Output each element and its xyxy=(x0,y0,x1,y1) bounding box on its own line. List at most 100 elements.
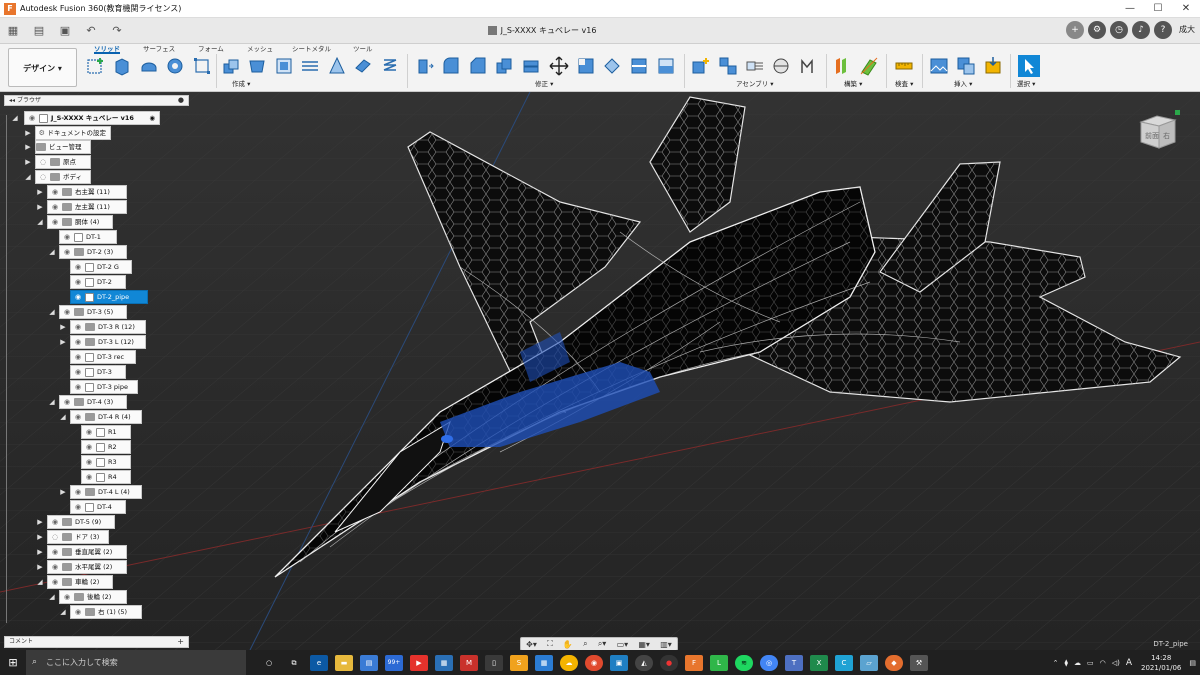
tree-item-left-wing[interactable]: ◉ 左主翼 (11) xyxy=(47,200,127,214)
browser-pin-icon[interactable]: ● xyxy=(178,96,184,105)
home-view-icon[interactable] xyxy=(1175,110,1180,115)
zoom-icon[interactable]: ⌕ xyxy=(583,639,587,649)
group-inspect[interactable]: 検査 ▾ xyxy=(895,79,913,89)
grid-settings-icon[interactable]: ▦▾ xyxy=(638,640,650,649)
cortana-icon[interactable]: ○ xyxy=(260,655,278,671)
tree-item-r1[interactable]: ◉ R1 xyxy=(81,425,131,439)
redo-icon[interactable]: ↷ xyxy=(108,22,126,40)
visibility-eye-icon[interactable]: ◉ xyxy=(62,233,72,241)
expand-arrow-icon[interactable]: ▶ xyxy=(25,142,31,152)
tree-item-dt3-l[interactable]: ◉ DT-3 L (12) xyxy=(70,335,146,349)
expand-arrow-icon[interactable]: ▶ xyxy=(25,128,31,138)
tray-expand-icon[interactable]: ⌃ xyxy=(1053,659,1059,667)
tree-item-wheels[interactable]: ◉ 車輪 (2) xyxy=(47,575,113,589)
windows-start-icon[interactable]: ⊞ xyxy=(0,650,26,675)
tree-item-dt3-body[interactable]: ◉ DT-3 xyxy=(70,365,126,379)
tree-item-document-settings[interactable]: ⚙ ドキュメントの設定 xyxy=(35,126,111,140)
maximize-button[interactable]: ☐ xyxy=(1144,0,1172,18)
canvas-viewport[interactable]: 前面 右 xyxy=(0,92,1200,650)
taskbar-search-box[interactable]: ⌕ ここに入力して検索 xyxy=(26,650,246,675)
split-body-icon[interactable] xyxy=(629,56,649,76)
fusion-360-taskbar-icon[interactable]: F xyxy=(685,654,703,671)
visibility-eye-icon[interactable]: ◉ xyxy=(62,593,72,601)
tree-item-dt3-pipe[interactable]: ◉ DT-3 pipe xyxy=(70,380,138,394)
expand-arrow-icon[interactable]: ▶ xyxy=(37,517,43,527)
viewcube[interactable]: 前面 右 xyxy=(1135,108,1181,154)
joint-origin-icon[interactable] xyxy=(771,56,791,76)
network-share-icon[interactable]: ⚒ xyxy=(910,654,928,671)
tree-item-dt2-g[interactable]: ◉ DT-2 G xyxy=(70,260,132,274)
scale-icon[interactable] xyxy=(521,56,541,76)
expand-arrow-icon[interactable]: ▶ xyxy=(25,157,31,167)
tree-item-vertical-tail[interactable]: ◉ 垂直尾翼 (2) xyxy=(47,545,127,559)
battery-icon[interactable]: ▭ xyxy=(1087,659,1094,667)
extensions-icon[interactable]: ⚙ xyxy=(1088,21,1106,39)
visibility-eye-icon[interactable]: ◌ xyxy=(38,173,48,181)
expand-arrow-icon[interactable]: ▶ xyxy=(37,187,43,197)
extrude-icon[interactable] xyxy=(112,56,132,76)
expand-arrow-icon[interactable]: ▶ xyxy=(60,487,66,497)
create-sketch-icon[interactable] xyxy=(86,56,106,76)
clock[interactable]: 14:28 2021/01/06 xyxy=(1141,653,1181,673)
new-tab-icon[interactable]: + xyxy=(1066,21,1084,39)
weather-icon[interactable]: ☁ xyxy=(560,654,578,671)
file-menu-icon[interactable]: ▤ xyxy=(30,22,48,40)
phone-icon[interactable]: ▯ xyxy=(485,654,503,671)
wifi-icon[interactable]: ◠ xyxy=(1100,659,1106,667)
collapse-arrow-icon[interactable]: ◢ xyxy=(49,247,55,257)
browser-header[interactable]: ◂◂ ブラウザ ● xyxy=(4,95,189,106)
tree-item-dt2[interactable]: ◉ DT-2 (3) xyxy=(59,245,127,259)
visibility-eye-icon[interactable]: ◉ xyxy=(62,398,72,406)
collapse-arrow-icon[interactable]: ◢ xyxy=(49,307,55,317)
expand-arrow-icon[interactable]: ◢ xyxy=(12,113,18,123)
chrome-icon[interactable]: ◎ xyxy=(760,654,778,671)
new-component-icon[interactable] xyxy=(690,56,710,76)
visibility-eye-icon[interactable]: ◉ xyxy=(73,263,83,271)
line-app-icon[interactable]: L xyxy=(710,654,728,671)
insert-decal-icon[interactable] xyxy=(956,56,976,76)
visibility-eye-icon[interactable]: ◉ xyxy=(73,608,83,616)
collapse-arrow-icon[interactable]: ◢ xyxy=(25,172,31,182)
visibility-eye-icon[interactable]: ◉ xyxy=(50,218,60,226)
tree-item-dt4-body[interactable]: ◉ DT-4 xyxy=(70,500,126,514)
job-status-icon[interactable]: ◷ xyxy=(1110,21,1128,39)
visibility-eye-icon[interactable]: ◉ xyxy=(73,323,83,331)
visibility-eye-icon[interactable]: ◉ xyxy=(73,338,83,346)
save-icon[interactable]: ▣ xyxy=(56,22,74,40)
tree-item-named-views[interactable]: ビュー管理 xyxy=(35,140,91,154)
revolve-icon[interactable] xyxy=(139,56,159,76)
chamfer-icon[interactable] xyxy=(468,56,488,76)
patch-icon[interactable] xyxy=(353,56,373,76)
calculator-icon[interactable]: ▦ xyxy=(435,654,453,671)
spotify-icon[interactable]: ≋ xyxy=(735,654,753,671)
tab-tools[interactable]: ツール xyxy=(353,45,373,54)
tab-solid[interactable]: ソリッド xyxy=(94,45,120,54)
press-pull-icon[interactable] xyxy=(415,56,435,76)
tree-item-dt3-r[interactable]: ◉ DT-3 R (12) xyxy=(70,320,146,334)
visibility-eye-icon[interactable]: ◉ xyxy=(84,458,94,466)
visibility-eye-icon[interactable]: ◉ xyxy=(73,353,83,361)
tree-item-dt5[interactable]: ◉ DT-5 (9) xyxy=(47,515,115,529)
document-tab[interactable]: J_S-XXXX キュベレー v16 xyxy=(0,18,1084,44)
visibility-eye-icon[interactable]: ◌ xyxy=(50,533,60,541)
visibility-eye-icon[interactable]: ◉ xyxy=(84,443,94,451)
expand-arrow-icon[interactable]: ▶ xyxy=(60,337,66,347)
tree-root[interactable]: ◉ J_S-XXXX キュベレー v16 ◉ xyxy=(24,111,160,125)
tree-item-dt4-l[interactable]: ◉ DT-4 L (4) xyxy=(70,485,142,499)
teams-icon[interactable]: T xyxy=(785,654,803,671)
action-center-icon[interactable]: ▤ xyxy=(1189,659,1196,667)
tree-item-dt1[interactable]: ◉ DT-1 xyxy=(59,230,117,244)
visibility-eye-icon[interactable]: ◉ xyxy=(50,188,60,196)
clip-studio-icon[interactable]: C xyxy=(835,654,853,671)
collapse-arrow-icon[interactable]: ◢ xyxy=(60,412,66,422)
group-construct[interactable]: 構築 ▾ xyxy=(844,79,862,89)
photos-icon[interactable]: ▣ xyxy=(610,654,628,671)
visibility-eye-icon[interactable]: ◉ xyxy=(50,518,60,526)
calendar-icon[interactable]: ▦ xyxy=(535,654,553,671)
visibility-eye-icon[interactable]: ◉ xyxy=(73,488,83,496)
group-modify[interactable]: 修正 ▾ xyxy=(535,79,553,89)
user-account-button[interactable]: 成大 xyxy=(1176,21,1198,39)
tree-item-dt4-r[interactable]: ◉ DT-4 R (4) xyxy=(70,410,142,424)
visibility-eye-icon[interactable]: ◉ xyxy=(27,114,37,122)
collapse-arrow-icon[interactable]: ◢ xyxy=(37,217,43,227)
